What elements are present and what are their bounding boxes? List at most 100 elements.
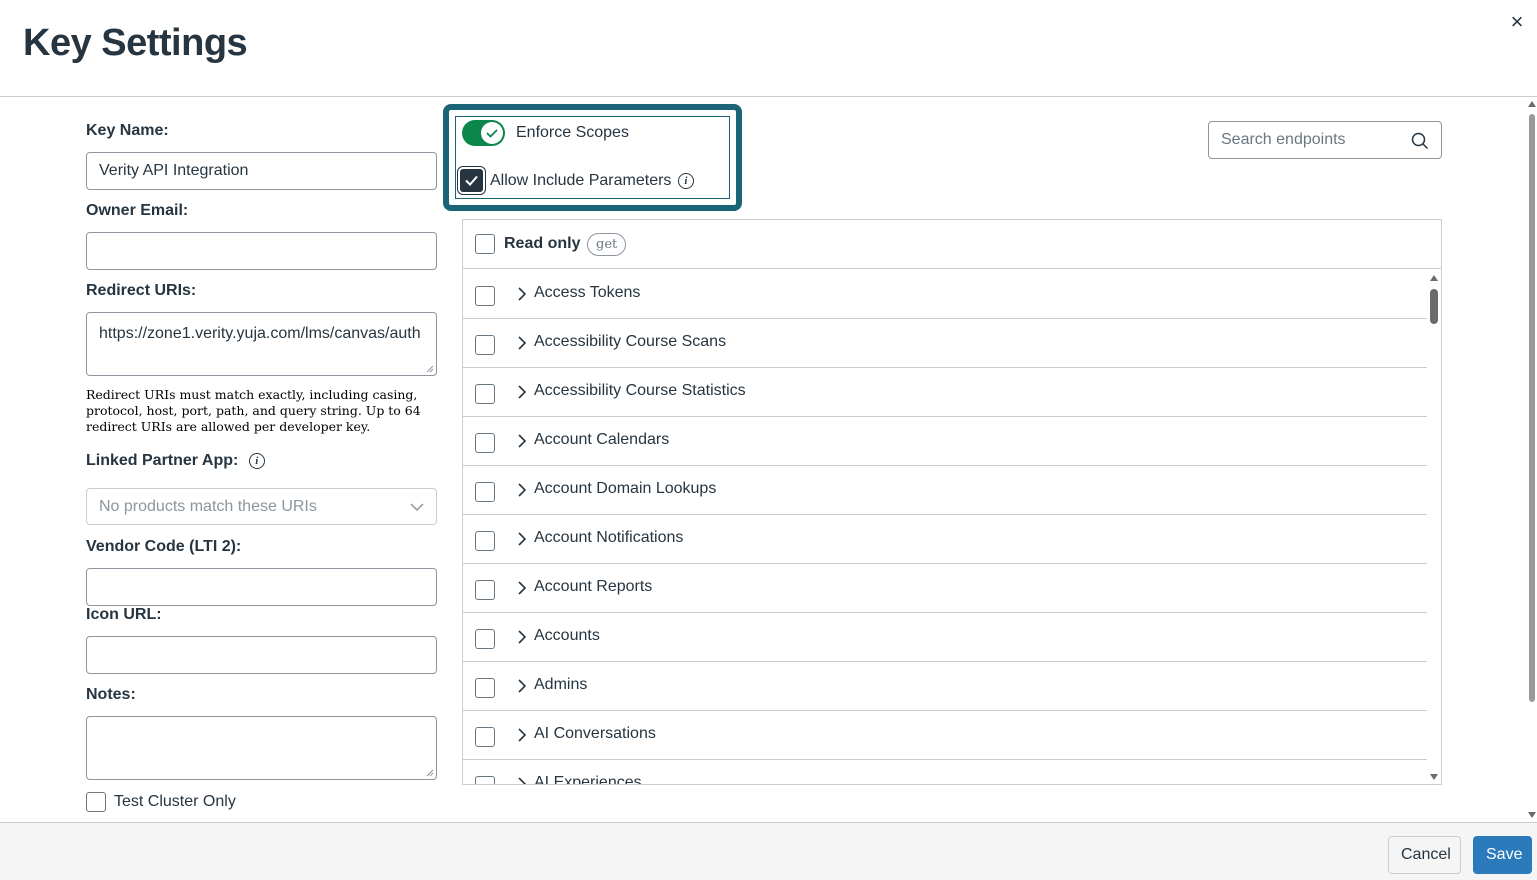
check-icon [465, 175, 478, 186]
search-placeholder: Search endpoints [1221, 131, 1346, 148]
chevron-right-icon[interactable] [517, 287, 527, 301]
test-cluster-checkbox[interactable] [86, 792, 106, 812]
owner-email-label: Owner Email: [86, 202, 189, 219]
scope-options-box: Enforce Scopes Allow Include Parameters … [443, 104, 742, 211]
scope-row-admins[interactable]: Admins [463, 662, 1427, 711]
scope-checkbox[interactable] [475, 776, 495, 784]
notes-textarea[interactable] [86, 716, 437, 780]
scope-label: Account Calendars [534, 431, 670, 448]
scroll-down-icon[interactable] [1528, 812, 1536, 818]
scope-checkbox[interactable] [475, 286, 495, 306]
modal-title: Key Settings [23, 22, 248, 64]
scope-label: Access Tokens [534, 284, 641, 301]
linked-partner-select[interactable]: No products match these URIs [86, 488, 437, 525]
scope-checkbox[interactable] [475, 433, 495, 453]
scope-label: AI Conversations [534, 725, 656, 742]
modal-footer: Cancel Save [0, 822, 1537, 880]
chevron-right-icon[interactable] [517, 483, 527, 497]
scope-row-account-domain-lookups[interactable]: Account Domain Lookups [463, 466, 1427, 515]
redirect-uris-textarea[interactable]: https://zone1.verity.yuja.com/lms/canvas… [86, 312, 437, 376]
check-icon [486, 129, 498, 138]
linked-partner-placeholder: No products match these URIs [99, 498, 317, 515]
redirect-help-text: Redirect URIs must match exactly, includ… [86, 387, 421, 434]
scope-label: Account Notifications [534, 529, 684, 546]
read-only-label: Read only [504, 235, 581, 252]
scope-checkbox[interactable] [475, 482, 495, 502]
scope-row-account-calendars[interactable]: Account Calendars [463, 417, 1427, 466]
scope-row-ai-experiences[interactable]: AI Experiences [463, 760, 1427, 785]
vendor-code-input[interactable] [86, 568, 437, 606]
key-name-input[interactable]: Verity API Integration [86, 152, 437, 190]
chevron-right-icon[interactable] [517, 385, 527, 399]
get-badge: get [587, 233, 627, 256]
redirect-uris-value: https://zone1.verity.yuja.com/lms/canvas… [99, 325, 421, 342]
scope-checkbox[interactable] [475, 335, 495, 355]
scope-checkbox[interactable] [475, 727, 495, 747]
info-icon[interactable]: i [677, 172, 694, 189]
close-button[interactable]: × [1505, 10, 1529, 34]
modal-header: Key Settings × [0, 0, 1537, 97]
resize-grip-icon[interactable] [425, 364, 434, 373]
scope-list-scrollbar[interactable] [1427, 270, 1441, 784]
scope-label: Accessibility Course Statistics [534, 382, 746, 399]
scope-label: Account Domain Lookups [534, 480, 717, 497]
chevron-right-icon[interactable] [517, 336, 527, 350]
scope-row-account-notifications[interactable]: Account Notifications [463, 515, 1427, 564]
modal-body: Key Name: Verity API Integration Owner E… [0, 97, 1537, 822]
scrollbar-thumb[interactable] [1529, 114, 1535, 702]
scrollbar-thumb[interactable] [1430, 289, 1438, 324]
chevron-right-icon[interactable] [517, 581, 527, 595]
scope-row-account-reports[interactable]: Account Reports [463, 564, 1427, 613]
vendor-code-label: Vendor Code (LTI 2): [86, 538, 242, 555]
chevron-down-icon [410, 503, 424, 512]
toggle-knob [481, 122, 503, 144]
scroll-up-icon[interactable] [1528, 101, 1536, 107]
scope-row-accounts[interactable]: Accounts [463, 613, 1427, 662]
icon-url-label: Icon URL: [86, 606, 162, 623]
scope-checkbox[interactable] [475, 678, 495, 698]
test-cluster-label: Test Cluster Only [114, 793, 236, 810]
scroll-down-icon[interactable] [1430, 774, 1438, 780]
scope-checkbox[interactable] [475, 531, 495, 551]
scope-list: Access Tokens Accessibility Course Scans… [463, 270, 1427, 785]
close-icon: × [1510, 9, 1524, 34]
enforce-scopes-label: Enforce Scopes [516, 124, 629, 141]
scroll-up-icon[interactable] [1430, 275, 1438, 281]
allow-include-checkbox[interactable] [460, 169, 483, 192]
scope-row-access-tokens[interactable]: Access Tokens [463, 270, 1427, 319]
chevron-right-icon[interactable] [517, 728, 527, 742]
scope-label: Accessibility Course Scans [534, 333, 727, 350]
allow-include-label: Allow Include Parameters i [490, 172, 694, 190]
scope-label: Account Reports [534, 578, 653, 595]
scope-checkbox[interactable] [475, 580, 495, 600]
scope-checkbox[interactable] [475, 384, 495, 404]
chevron-right-icon[interactable] [517, 630, 527, 644]
scope-label: Admins [534, 676, 588, 693]
search-icon [1411, 132, 1429, 150]
enforce-scopes-toggle[interactable] [462, 120, 505, 146]
search-endpoints-input[interactable]: Search endpoints [1208, 121, 1442, 159]
chevron-right-icon[interactable] [517, 679, 527, 693]
read-only-checkbox[interactable] [475, 234, 495, 254]
chevron-right-icon[interactable] [517, 777, 527, 785]
scope-label: AI Experiences [534, 774, 642, 785]
modal-scrollbar[interactable] [1527, 97, 1537, 822]
save-button[interactable]: Save [1473, 836, 1532, 874]
redirect-uris-label: Redirect URIs: [86, 282, 197, 299]
scope-row-ai-conversations[interactable]: AI Conversations [463, 711, 1427, 760]
cancel-button[interactable]: Cancel [1388, 836, 1461, 874]
allow-include-label-text: Allow Include Parameters [490, 172, 672, 189]
scope-checkbox[interactable] [475, 629, 495, 649]
read-only-row: Read only get [463, 220, 1441, 269]
info-icon[interactable]: i [248, 452, 265, 469]
chevron-right-icon[interactable] [517, 532, 527, 546]
key-name-label: Key Name: [86, 122, 169, 139]
notes-label: Notes: [86, 686, 136, 703]
scope-row-accessibility-course-statistics[interactable]: Accessibility Course Statistics [463, 368, 1427, 417]
scope-row-accessibility-course-scans[interactable]: Accessibility Course Scans [463, 319, 1427, 368]
chevron-right-icon[interactable] [517, 434, 527, 448]
owner-email-input[interactable] [86, 232, 437, 270]
resize-grip-icon[interactable] [425, 768, 434, 777]
icon-url-input[interactable] [86, 636, 437, 674]
scope-label: Accounts [534, 627, 600, 644]
